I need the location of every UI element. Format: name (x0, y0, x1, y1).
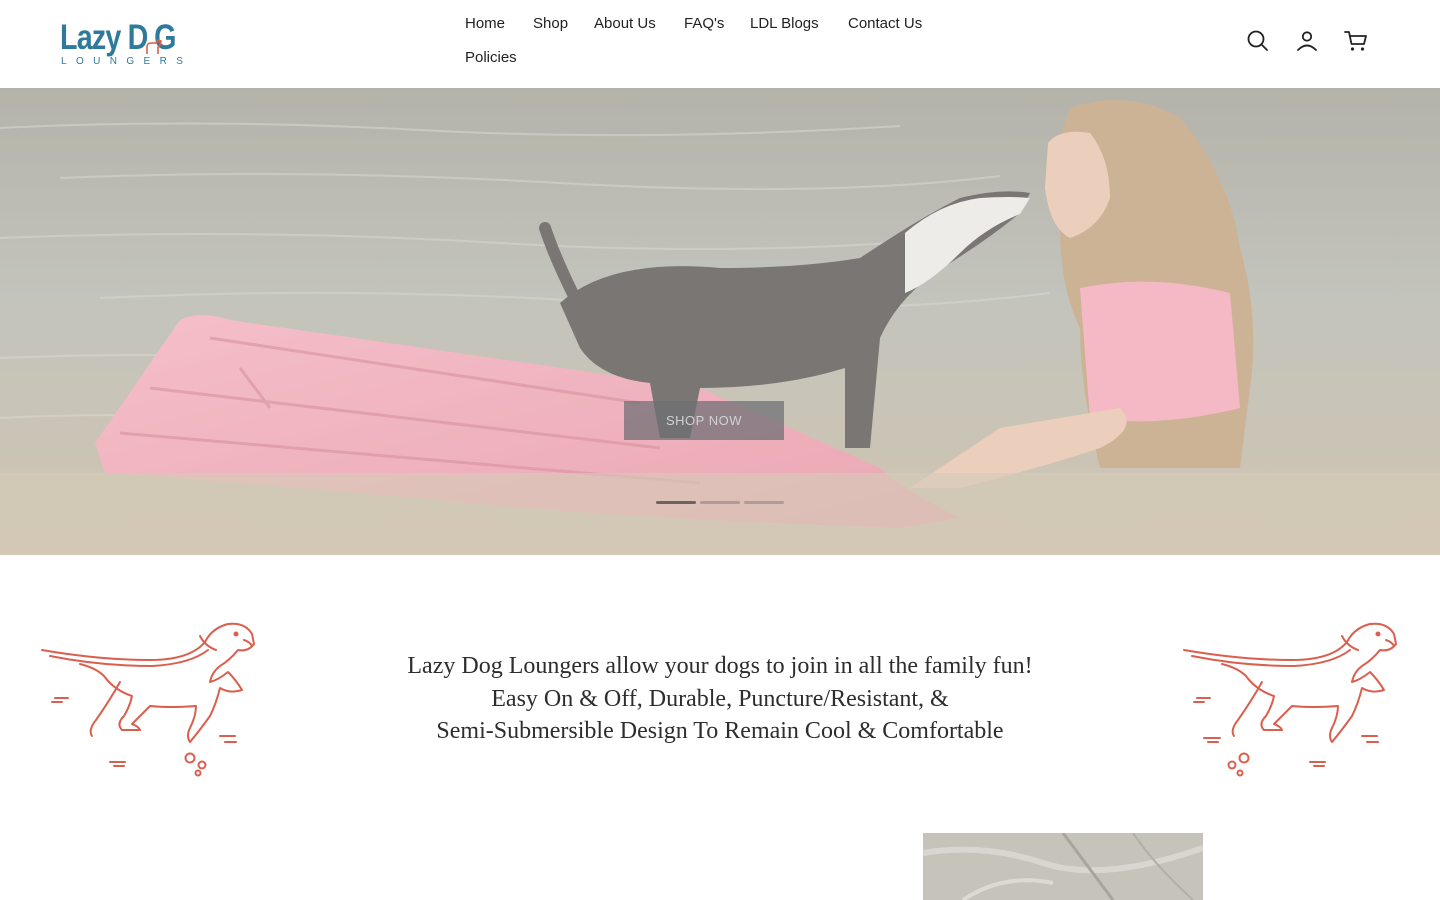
nav-ldl-blogs[interactable]: LDL Blogs (750, 8, 819, 40)
tagline-line-1: Lazy Dog Loungers allow your dogs to joi… (407, 653, 1033, 679)
nav-shop[interactable]: Shop (533, 8, 568, 40)
account-icon[interactable] (1294, 28, 1320, 54)
slider-dot-2[interactable] (700, 501, 740, 504)
slider-dot-3[interactable] (744, 501, 784, 504)
swimming-dog-illustration-left (41, 622, 255, 777)
hero-banner: SHOP NOW (0, 88, 1440, 555)
swimming-dog-illustration-right (1183, 622, 1397, 777)
shop-now-button[interactable]: SHOP NOW (624, 401, 784, 440)
nav-about-us[interactable]: About Us (594, 8, 656, 40)
nav-home[interactable]: Home (465, 8, 505, 40)
hero-overlay (0, 88, 1440, 555)
logo-dog-icon (146, 39, 162, 54)
nav-contact-us[interactable]: Contact Us (848, 8, 922, 40)
tagline-line-3: Semi-Submersible Design To Remain Cool &… (436, 718, 1004, 744)
slider-dots (656, 501, 784, 505)
nav-faqs[interactable]: FAQ's (684, 8, 724, 40)
nav-policies[interactable]: Policies (465, 42, 517, 74)
tagline-line-2: Easy On & Off, Durable, Puncture/Resista… (491, 685, 949, 712)
marble-texture (923, 833, 1203, 900)
brand-logo[interactable]: Lazy DG LOUNGERS (60, 18, 184, 68)
cart-icon[interactable] (1343, 28, 1369, 54)
product-image[interactable] (923, 833, 1203, 900)
site-header: Lazy DG LOUNGERS Home Shop About Us FAQ'… (0, 0, 1440, 88)
slider-dot-1[interactable] (656, 501, 696, 504)
search-icon[interactable] (1245, 28, 1271, 54)
logo-subtitle: LOUNGERS (61, 56, 193, 67)
tagline: Lazy Dog Loungers allow your dogs to joi… (340, 650, 1100, 748)
